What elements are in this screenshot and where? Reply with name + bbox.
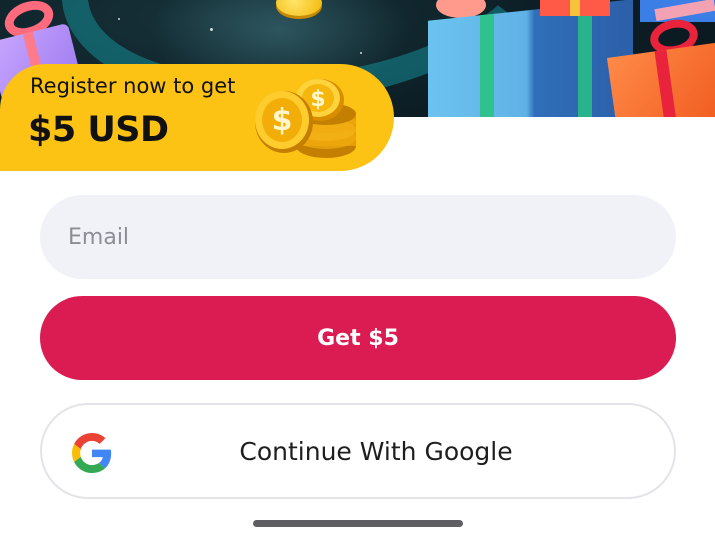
home-indicator (253, 520, 463, 527)
svg-text:$: $ (272, 103, 293, 138)
gift-box-red (540, 0, 610, 16)
star-dot (210, 28, 213, 31)
star-dot (360, 52, 362, 54)
email-field[interactable] (40, 195, 676, 279)
promo-amount: $5 USD (28, 110, 169, 150)
svg-text:$: $ (310, 87, 325, 112)
promo-subtitle: Register now to get (30, 74, 236, 98)
star-dot (118, 18, 120, 20)
google-g-icon (72, 433, 112, 473)
get-5-button[interactable]: Get $5 (40, 296, 676, 380)
google-button-label: Continue With Google (239, 436, 513, 466)
stacked-gold-coins-icon: $ $ (255, 79, 356, 158)
continue-with-google-button[interactable]: Continue With Google (40, 403, 676, 499)
